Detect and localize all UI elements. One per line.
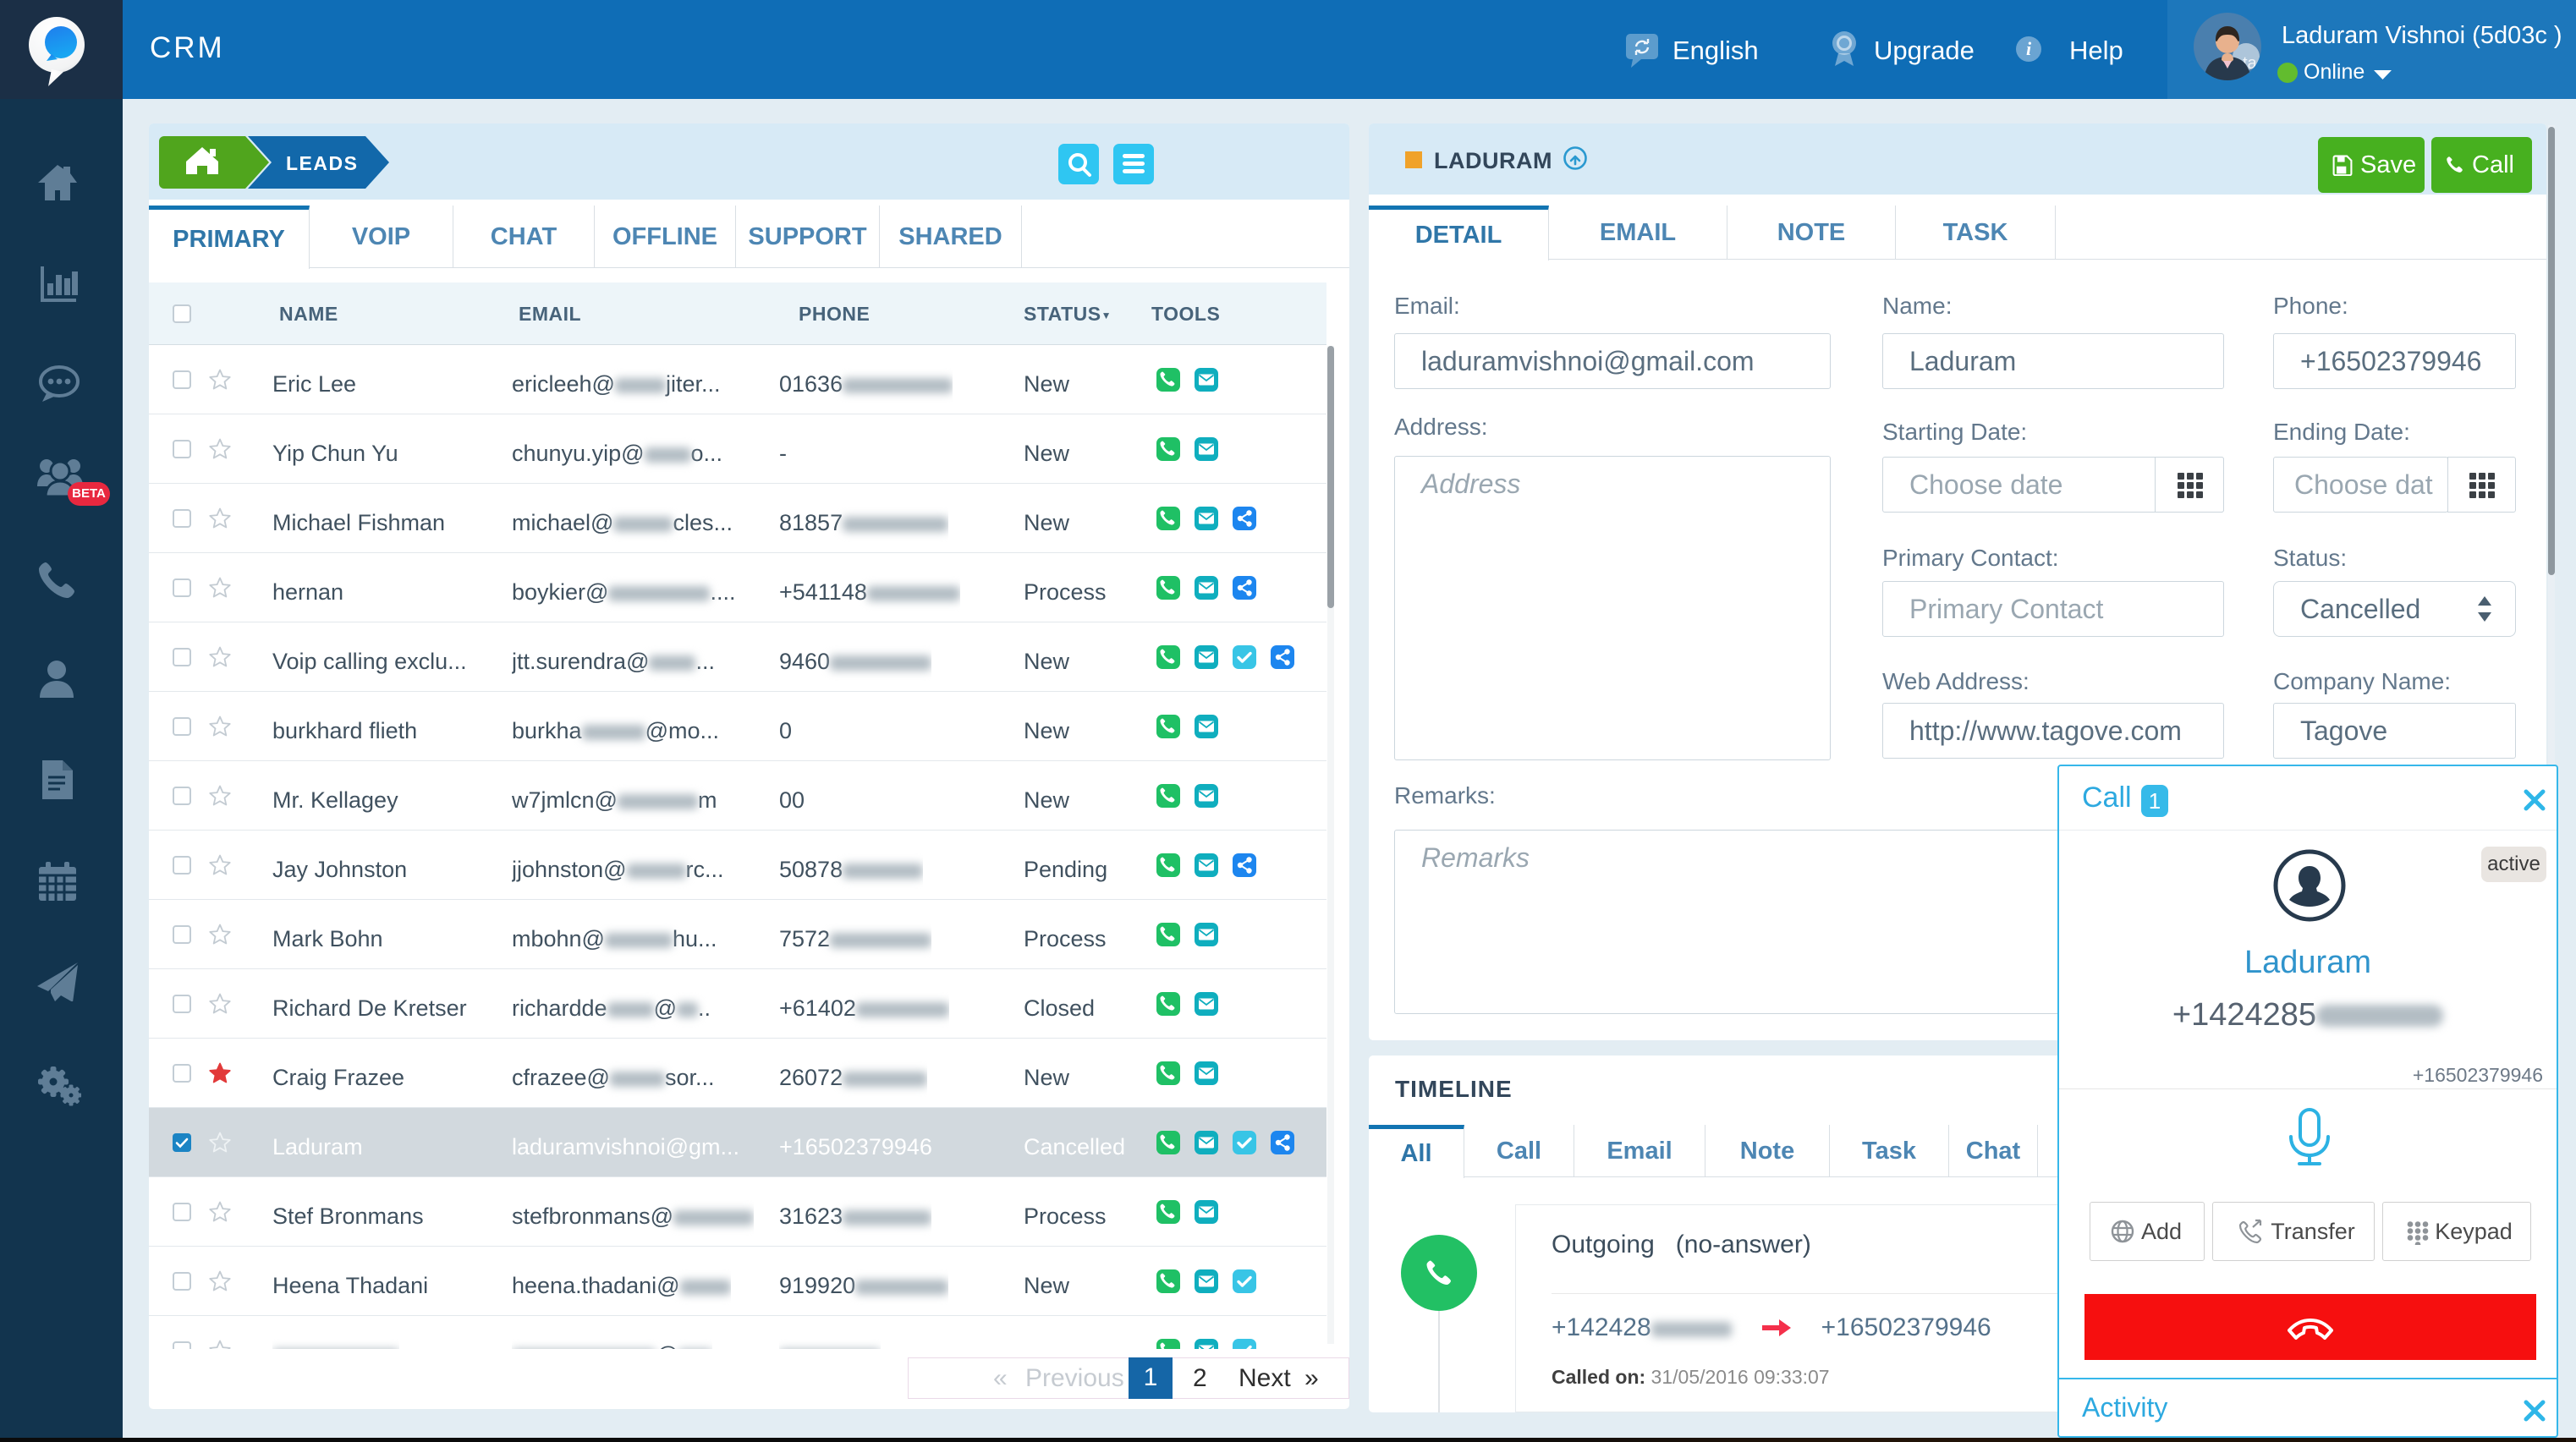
svg-text:i: i: [2026, 38, 2032, 59]
svg-text:LEADS: LEADS: [286, 152, 358, 174]
